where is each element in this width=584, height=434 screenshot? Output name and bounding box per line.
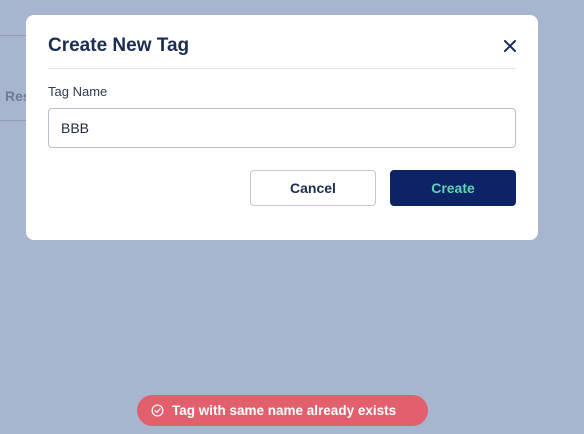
error-toast: Tag with same name already exists (137, 395, 428, 426)
tag-name-label: Tag Name (48, 84, 108, 99)
cancel-button[interactable]: Cancel (250, 170, 376, 206)
modal-header-divider (48, 68, 516, 69)
create-button[interactable]: Create (390, 170, 516, 206)
tag-name-input[interactable] (48, 108, 516, 148)
check-circle-icon (151, 404, 164, 417)
close-button[interactable] (500, 36, 520, 56)
close-icon (500, 36, 520, 56)
create-tag-modal: Create New Tag Tag Name Cancel Create (26, 15, 538, 240)
toast-message: Tag with same name already exists (172, 403, 397, 418)
modal-title: Create New Tag (48, 35, 190, 56)
